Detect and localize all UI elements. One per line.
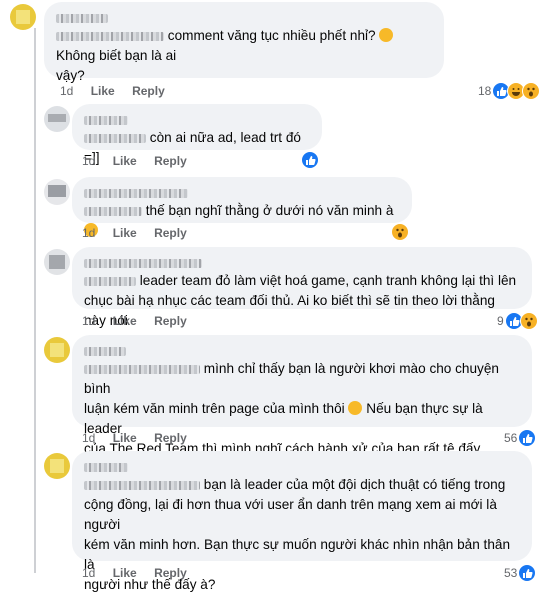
avatar[interactable]: [44, 337, 70, 363]
reply-button[interactable]: Reply: [154, 431, 187, 445]
like-button[interactable]: Like: [113, 226, 137, 240]
reaction-count: 53: [504, 566, 518, 580]
author-name[interactable]: [84, 459, 520, 473]
timestamp[interactable]: 1d: [82, 314, 95, 328]
comment-actions: 1d Like Reply: [82, 154, 201, 168]
like-button[interactable]: Like: [113, 154, 137, 168]
comment-actions: 1d Like Reply: [82, 226, 201, 240]
reaction-summary[interactable]: [391, 223, 409, 241]
author-name[interactable]: [84, 185, 400, 199]
reaction-summary[interactable]: 18: [478, 82, 541, 100]
like-reaction-icon: [518, 564, 537, 582]
reaction-summary[interactable]: [301, 151, 319, 169]
avatar[interactable]: [10, 4, 36, 30]
comment-text-line2: vậy?: [56, 68, 85, 83]
mention-redacted[interactable]: [84, 276, 136, 286]
reaction-summary[interactable]: 56: [504, 429, 537, 447]
timestamp[interactable]: 1d: [82, 154, 95, 168]
mention-redacted[interactable]: [84, 206, 142, 216]
like-button[interactable]: Like: [113, 314, 137, 328]
comment-text-cont: Không biết bạn là ai: [56, 48, 177, 63]
wow-reaction-icon: [391, 223, 409, 241]
like-button[interactable]: Like: [113, 566, 137, 580]
avatar[interactable]: [44, 106, 70, 132]
author-name[interactable]: [84, 343, 520, 357]
grin-emoji-icon: [348, 401, 363, 415]
comment-text-line2: cộng đồng, lại đi hơn thua với user ẩn d…: [84, 497, 497, 532]
reaction-count: 18: [478, 84, 492, 98]
avatar[interactable]: [44, 453, 70, 479]
reaction-summary[interactable]: 53: [504, 564, 537, 582]
timestamp[interactable]: 1d: [60, 84, 73, 98]
like-reaction-icon: [518, 429, 537, 447]
comment-actions: 1d Like Reply: [82, 566, 201, 580]
reaction-count: 9: [497, 314, 504, 328]
mention-redacted[interactable]: [56, 31, 164, 41]
thread-line: [34, 28, 36, 573]
comment-bubble: leader team đỏ làm việt hoá game, cạnh t…: [72, 247, 532, 328]
comment-bubble: còn ai nữa ad, lead trt đó =]]: [72, 104, 322, 165]
comment-actions: 1d Like Reply: [82, 431, 201, 445]
comment-actions: 1d Like Reply: [60, 84, 179, 98]
comment-text: bạn là leader của một đội dịch thuật có …: [203, 477, 506, 492]
surprised-emoji-icon: [379, 28, 394, 42]
comment-text: comment văng tục nhiều phết nhỉ?: [167, 28, 376, 43]
reaction-count: 56: [504, 431, 518, 445]
reply-button[interactable]: Reply: [154, 154, 187, 168]
wow-reaction-icon: [519, 312, 538, 330]
like-button[interactable]: Like: [91, 84, 115, 98]
comment-bubble: comment văng tục nhiều phết nhỉ? Không b…: [44, 2, 444, 83]
reply-button[interactable]: Reply: [154, 226, 187, 240]
like-reaction-icon: [301, 151, 319, 169]
comment-bubble: thế bạn nghĩ thằng ở dưới nó văn minh à: [72, 177, 412, 237]
avatar[interactable]: [44, 179, 70, 205]
timestamp[interactable]: 1d: [82, 226, 95, 240]
author-name[interactable]: [84, 112, 310, 126]
comment-text: leader team đỏ làm việt hoá game, cạnh t…: [139, 273, 517, 288]
comment-text: thế bạn nghĩ thằng ở dưới nó văn minh à: [145, 203, 394, 218]
author-name[interactable]: [84, 255, 520, 269]
like-button[interactable]: Like: [113, 431, 137, 445]
comment-actions: 1d Like Reply: [82, 314, 201, 328]
comment-bubble: mình chỉ thấy bạn là người khơi mào cho …: [72, 335, 532, 456]
timestamp[interactable]: 1d: [82, 431, 95, 445]
reply-button[interactable]: Reply: [154, 314, 187, 328]
comment-bubble: bạn là leader của một đội dịch thuật có …: [72, 451, 532, 592]
reaction-summary[interactable]: 9: [497, 312, 538, 330]
avatar[interactable]: [44, 249, 70, 275]
mention-redacted[interactable]: [84, 364, 200, 374]
mention-redacted[interactable]: [84, 480, 200, 490]
wow-reaction-icon: [522, 82, 541, 100]
reply-button[interactable]: Reply: [132, 84, 165, 98]
mention-redacted[interactable]: [84, 133, 146, 143]
timestamp[interactable]: 1d: [82, 566, 95, 580]
author-name[interactable]: [56, 10, 432, 24]
reply-button[interactable]: Reply: [154, 566, 187, 580]
comment-text-line2: luận kém văn minh trên page của mình thô…: [84, 401, 345, 416]
